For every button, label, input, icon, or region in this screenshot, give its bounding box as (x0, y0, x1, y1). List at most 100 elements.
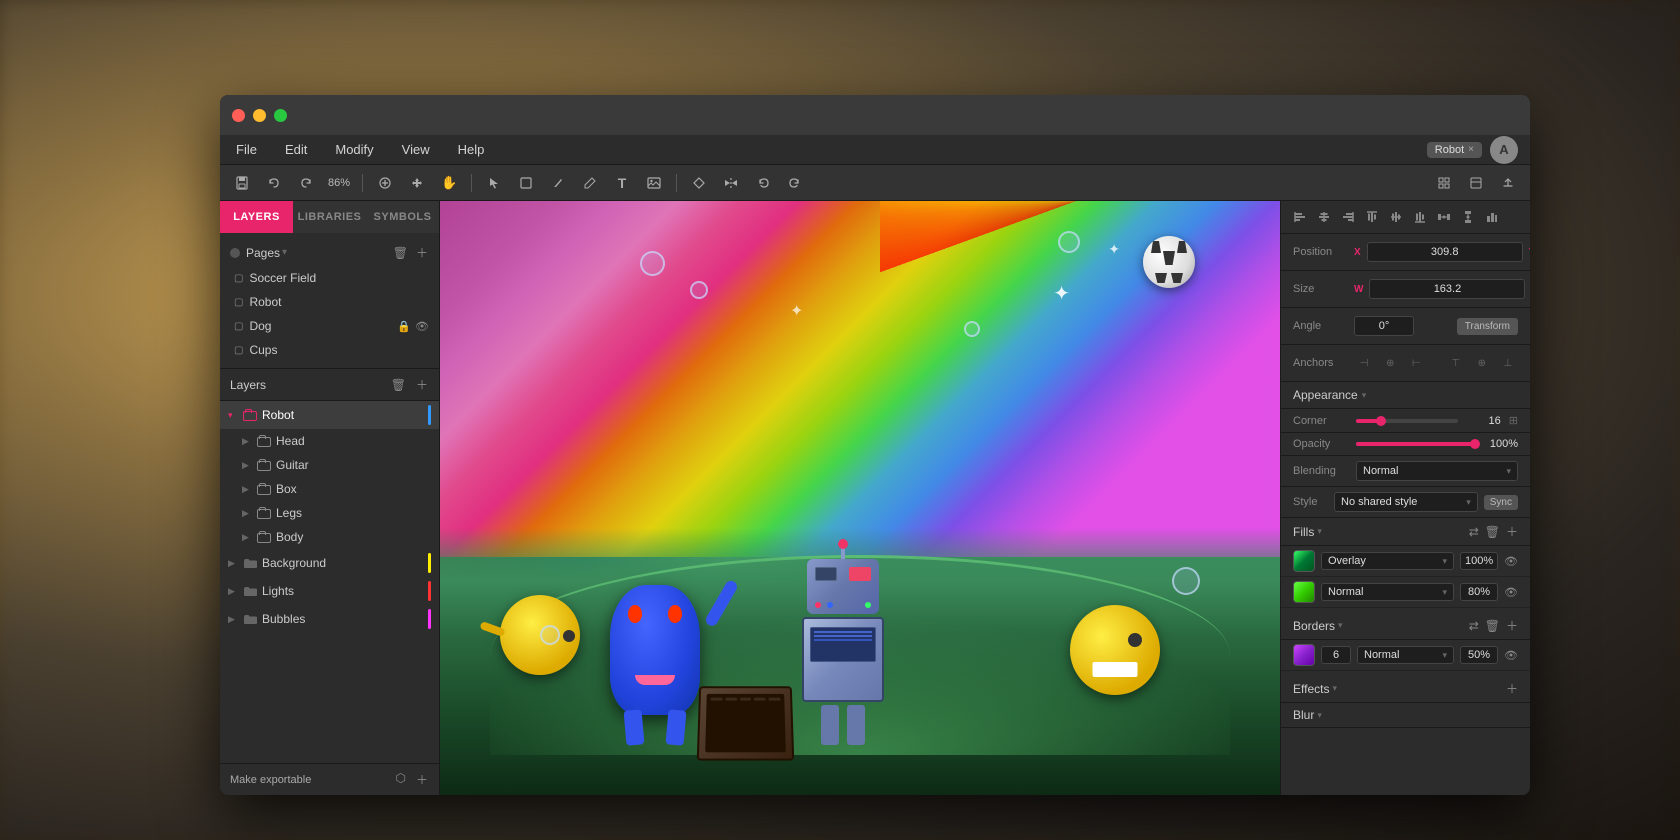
fill-eye-2-icon[interactable]: 👁 (1504, 586, 1518, 599)
corner-options-icon[interactable]: ⊞ (1509, 414, 1518, 427)
background-expand-icon[interactable]: ▶ (228, 558, 242, 569)
border-swatch-1[interactable] (1293, 644, 1315, 666)
align-center-h-button[interactable] (1313, 207, 1335, 227)
dist-v-button[interactable] (1457, 207, 1479, 227)
effects-add-button[interactable]: ＋ (1506, 680, 1518, 697)
rotate-ccw-button[interactable] (749, 170, 777, 196)
tab-layers[interactable]: LAYERS (220, 201, 293, 233)
borders-delete-button[interactable]: 🗑 (1485, 619, 1500, 633)
save-button[interactable] (228, 170, 256, 196)
close-button[interactable] (232, 109, 245, 122)
layer-head[interactable]: ▶ Head (220, 429, 439, 453)
fill-mode-select-1[interactable]: Overlay ▾ (1321, 552, 1454, 570)
minimize-button[interactable] (253, 109, 266, 122)
border-mode-select-1[interactable]: Normal ▾ (1357, 646, 1454, 664)
anchor-bottom-button[interactable]: ⊥ (1498, 353, 1518, 373)
tab-libraries[interactable]: LIBRARIES (293, 201, 366, 233)
layer-guitar[interactable]: ▶ Guitar (220, 453, 439, 477)
tab-symbols[interactable]: SYMBOLS (366, 201, 439, 233)
menu-view[interactable]: View (398, 140, 434, 159)
corner-slider-thumb[interactable] (1376, 416, 1386, 426)
align-middle-v-button[interactable] (1385, 207, 1407, 227)
user-avatar[interactable]: A (1490, 136, 1518, 164)
insert-button[interactable] (371, 170, 399, 196)
fills-add-button[interactable]: ＋ (1506, 523, 1518, 540)
align-right-button[interactable] (1337, 207, 1359, 227)
fill-swatch-1[interactable] (1293, 550, 1315, 572)
pen-button[interactable] (544, 170, 572, 196)
transform-button[interactable]: Transform (1457, 318, 1518, 335)
legs-expand-icon[interactable]: ▶ (242, 508, 256, 519)
menu-modify[interactable]: Modify (331, 140, 377, 159)
align-bottom-button[interactable] (1409, 207, 1431, 227)
hand-button[interactable]: ✋ (435, 170, 463, 196)
lights-expand-icon[interactable]: ▶ (228, 586, 242, 597)
align-top-button[interactable] (1361, 207, 1383, 227)
rotate-cw-button[interactable] (781, 170, 809, 196)
component-button[interactable] (685, 170, 713, 196)
maximize-button[interactable] (274, 109, 287, 122)
text-button[interactable]: T (608, 170, 636, 196)
layer-bubbles[interactable]: ▶ Bubbles (220, 605, 439, 633)
border-eye-1-icon[interactable]: 👁 (1504, 649, 1518, 662)
pages-toggle[interactable] (230, 248, 240, 258)
page-item-cups[interactable]: ▢ Cups (220, 338, 439, 362)
pages-add-button[interactable]: ＋ (415, 243, 429, 262)
menu-help[interactable]: Help (454, 140, 489, 159)
layer-background[interactable]: ▶ Background (220, 549, 439, 577)
layers-delete-button[interactable]: 🗑 (390, 377, 407, 393)
bar-chart-button[interactable] (1481, 207, 1503, 227)
fill-eye-1-icon[interactable]: 👁 (1504, 555, 1518, 568)
size-w-field[interactable] (1369, 279, 1525, 299)
image-button[interactable] (640, 170, 668, 196)
undo-button[interactable] (260, 170, 288, 196)
position-x-field[interactable] (1367, 242, 1523, 262)
menu-edit[interactable]: Edit (281, 140, 311, 159)
layout-button[interactable] (1462, 170, 1490, 196)
select-button[interactable] (480, 170, 508, 196)
pages-delete-button[interactable]: 🗑 (392, 245, 409, 261)
robot-tag[interactable]: Robot × (1427, 142, 1482, 158)
fills-delete-button[interactable]: 🗑 (1485, 525, 1500, 539)
layer-box[interactable]: ▶ Box (220, 477, 439, 501)
robot-expand-icon[interactable]: ▾ (228, 410, 242, 421)
layer-robot[interactable]: ▾ Robot (220, 401, 439, 429)
border-width-1[interactable] (1321, 646, 1351, 664)
pencil-button[interactable] (576, 170, 604, 196)
fill-mode-select-2[interactable]: Normal ▾ (1321, 583, 1454, 601)
upload-button[interactable] (1494, 170, 1522, 196)
body-expand-icon[interactable]: ▶ (242, 532, 256, 543)
borders-add-button[interactable]: ＋ (1506, 617, 1518, 634)
robot-tag-close[interactable]: × (1468, 144, 1474, 155)
opacity-slider-thumb[interactable] (1470, 439, 1480, 449)
page-item-soccer[interactable]: ▢ Soccer Field (220, 266, 439, 290)
anchor-top-button[interactable]: ⊤ (1446, 353, 1466, 373)
anchor-center-button[interactable]: ⊕ (1380, 353, 1400, 373)
layer-lights[interactable]: ▶ Lights (220, 577, 439, 605)
guitar-expand-icon[interactable]: ▶ (242, 460, 256, 471)
fill-opacity-2[interactable] (1460, 583, 1498, 601)
head-expand-icon[interactable]: ▶ (242, 436, 256, 447)
layer-body[interactable]: ▶ Body (220, 525, 439, 549)
layers-add-button[interactable]: ＋ (415, 375, 429, 394)
page-item-robot[interactable]: ▢ Robot (220, 290, 439, 314)
style-select[interactable]: No shared style ▾ (1334, 492, 1478, 512)
add-export-button[interactable]: ＋ (415, 770, 429, 789)
bubbles-expand-icon[interactable]: ▶ (228, 614, 242, 625)
dist-h-button[interactable] (1433, 207, 1455, 227)
fill-opacity-1[interactable] (1460, 552, 1498, 570)
fill-swatch-2[interactable] (1293, 581, 1315, 603)
redo-button[interactable] (292, 170, 320, 196)
anchor-middle-button[interactable]: ⊕ (1472, 353, 1492, 373)
export-button[interactable]: ⬡ (395, 770, 407, 789)
align-left-button[interactable] (1289, 207, 1311, 227)
fills-swap-button[interactable]: ⇄ (1469, 525, 1479, 539)
page-item-dog[interactable]: ▢ Dog 🔒 👁 (220, 314, 439, 338)
shape-button[interactable] (512, 170, 540, 196)
opacity-slider-track[interactable] (1356, 442, 1475, 446)
move-button[interactable] (403, 170, 431, 196)
anchor-right-button[interactable]: ⊢ (1406, 353, 1426, 373)
sync-button[interactable]: Sync (1484, 495, 1518, 510)
border-opacity-1[interactable] (1460, 646, 1498, 664)
corner-slider-track[interactable] (1356, 419, 1458, 423)
